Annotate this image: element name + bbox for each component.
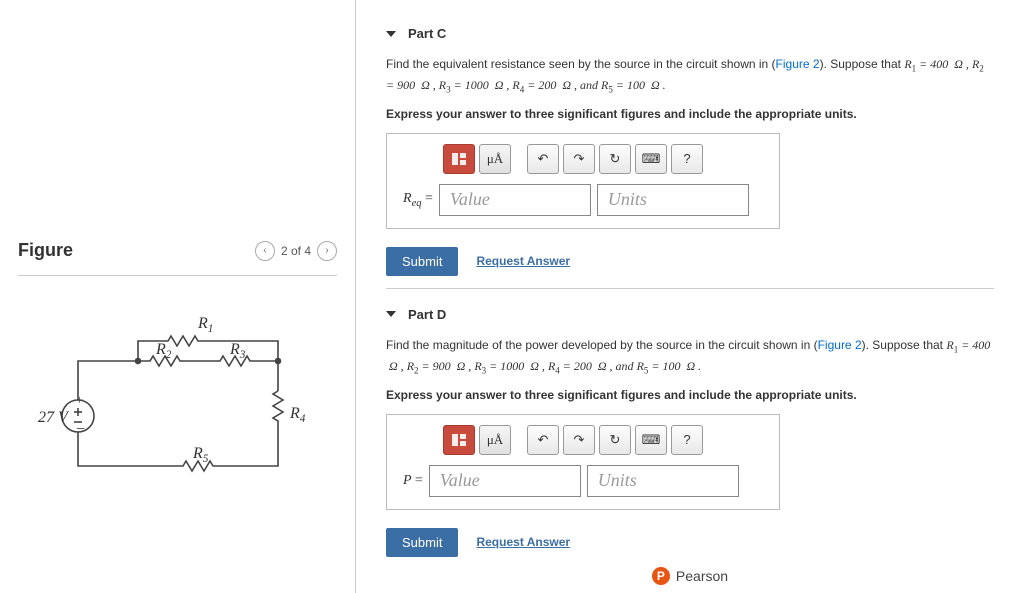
special-chars-button[interactable]: μÅ — [479, 425, 511, 455]
keyboard-button[interactable]: ⌨ — [635, 425, 667, 455]
circuit-diagram: 27 V + − R1 R2 R3 R4 R5 — [38, 306, 318, 486]
svg-text:−: − — [76, 421, 85, 438]
part-c-prompt: Find the equivalent resistance seen by t… — [386, 55, 994, 97]
part-d-units-input[interactable]: Units — [587, 465, 739, 497]
figure-pane: Figure ‹ 2 of 4 › — [0, 0, 356, 593]
part-d-prompt: Find the magnitude of the power develope… — [386, 336, 994, 378]
template-button[interactable] — [443, 144, 475, 174]
part-d-figure-link[interactable]: Figure 2 — [818, 338, 862, 352]
template-button[interactable] — [443, 425, 475, 455]
pearson-logo-icon: P — [652, 567, 670, 585]
part-d-heading: Part D — [408, 307, 446, 322]
redo-button[interactable]: ↷ — [563, 144, 595, 174]
source-voltage-label: 27 V — [38, 409, 70, 426]
figure-header: Figure ‹ 2 of 4 › — [0, 230, 355, 271]
part-d-input-row: P = Value Units — [403, 465, 763, 497]
part-c-section: Part C Find the equivalent resistance se… — [356, 0, 1024, 282]
part-c-instruction: Express your answer to three significant… — [386, 107, 994, 121]
reset-button[interactable]: ↻ — [599, 425, 631, 455]
r4-label: R4 — [289, 405, 306, 425]
part-c-value-input[interactable]: Value — [439, 184, 591, 216]
figure-prev-button[interactable]: ‹ — [255, 241, 275, 261]
part-d-header[interactable]: Part D — [386, 299, 994, 336]
part-d-request-answer-link[interactable]: Request Answer — [476, 535, 570, 549]
r3-label: R3 — [229, 341, 246, 361]
pearson-brand: Pearson — [676, 568, 728, 584]
reset-button[interactable]: ↻ — [599, 144, 631, 174]
figure-nav: ‹ 2 of 4 › — [255, 241, 337, 261]
undo-button[interactable]: ↶ — [527, 425, 559, 455]
redo-button[interactable]: ↷ — [563, 425, 595, 455]
part-c-var-label: Req = — [403, 191, 433, 209]
part-d-answer-box: μÅ ↶ ↷ ↻ ⌨ ? P = Value Units — [386, 414, 780, 510]
section-divider — [386, 288, 994, 289]
part-d-instruction: Express your answer to three significant… — [386, 388, 994, 402]
page-root: Figure ‹ 2 of 4 › — [0, 0, 1024, 593]
part-d-var-label: P = — [403, 473, 423, 489]
question-pane: Part C Find the equivalent resistance se… — [356, 0, 1024, 593]
part-c-submit-row: Submit Request Answer — [386, 247, 994, 276]
part-c-units-input[interactable]: Units — [597, 184, 749, 216]
pearson-footer: P Pearson — [356, 567, 1024, 585]
special-chars-button[interactable]: μÅ — [479, 144, 511, 174]
part-c-input-row: Req = Value Units — [403, 184, 763, 216]
part-c-submit-button[interactable]: Submit — [386, 247, 458, 276]
part-d-section: Part D Find the magnitude of the power d… — [356, 295, 1024, 563]
part-c-request-answer-link[interactable]: Request Answer — [476, 254, 570, 268]
help-button[interactable]: ? — [671, 425, 703, 455]
r1-label: R1 — [197, 315, 213, 335]
help-button[interactable]: ? — [671, 144, 703, 174]
part-c-heading: Part C — [408, 26, 446, 41]
part-d-value-input[interactable]: Value — [429, 465, 581, 497]
r5-label: R5 — [192, 445, 209, 465]
svg-text:+: + — [76, 392, 83, 407]
figure-next-button[interactable]: › — [317, 241, 337, 261]
part-c-answer-box: μÅ ↶ ↷ ↻ ⌨ ? Req = Value Units — [386, 133, 780, 229]
keyboard-button[interactable]: ⌨ — [635, 144, 667, 174]
part-d-submit-button[interactable]: Submit — [386, 528, 458, 557]
figure-title: Figure — [18, 240, 73, 261]
undo-button[interactable]: ↶ — [527, 144, 559, 174]
part-c-header[interactable]: Part C — [386, 10, 994, 55]
part-c-figure-link[interactable]: Figure 2 — [776, 57, 820, 71]
part-d-toolbar: μÅ ↶ ↷ ↻ ⌨ ? — [443, 425, 763, 455]
figure-nav-text: 2 of 4 — [281, 244, 311, 258]
chevron-down-icon — [386, 311, 396, 317]
part-c-toolbar: μÅ ↶ ↷ ↻ ⌨ ? — [443, 144, 763, 174]
part-d-submit-row: Submit Request Answer — [386, 528, 994, 557]
figure-divider — [18, 275, 337, 276]
chevron-down-icon — [386, 31, 396, 37]
